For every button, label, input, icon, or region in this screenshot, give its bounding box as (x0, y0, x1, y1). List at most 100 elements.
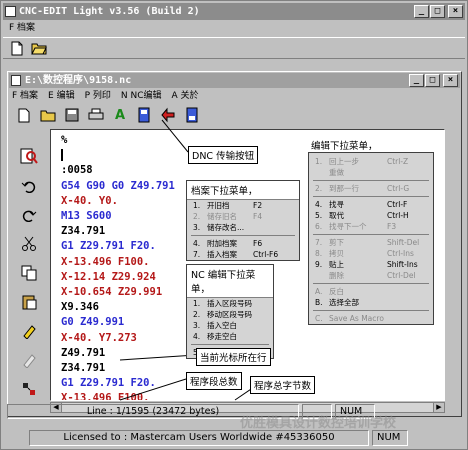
macro-icon[interactable] (20, 380, 38, 397)
nc-menu-item[interactable]: 3. 插入空白 (187, 320, 273, 331)
file-menu-item[interactable]: 2. 储存旧名 F4 (187, 211, 299, 222)
dnc-receive-icon[interactable] (184, 107, 200, 123)
menu-file[interactable]: F 档案 (9, 21, 35, 35)
nc-menu-item[interactable]: 4. 移走空白 (187, 331, 273, 342)
file-menu-item[interactable]: 1. 开旧档 F2 (187, 200, 299, 211)
minimize-button[interactable]: _ (414, 5, 429, 18)
dnc-transfer-icon[interactable] (160, 107, 176, 123)
menu-item-shortcut: F3 (387, 222, 397, 231)
new-file-icon[interactable] (16, 107, 32, 123)
app-toolbar (3, 37, 465, 59)
menu-item-shortcut: F2 (253, 201, 263, 210)
menu-item-number: 2. (193, 310, 201, 319)
edit-menu-item[interactable]: 8. 拷贝 Ctrl-Ins (309, 248, 433, 259)
code-line: G1 Z29.791 F20. (61, 377, 156, 390)
menu-item-shortcut (387, 167, 433, 178)
redo-icon[interactable] (20, 206, 38, 223)
menu-item-number: B. (315, 298, 323, 307)
edit-menu-items: 1. 回上一步 Ctrl-Z 重做 2. 到那一行 Ctrl-G 4. 找寻 Ctrl-F 5. 取代… (309, 153, 433, 324)
menu-item-number: 4. (193, 332, 201, 341)
edit-menu-item[interactable]: 4. 找寻 Ctrl-F (309, 199, 433, 210)
callout-cursor-line: 当前光标所在行 (196, 348, 271, 366)
file-menu-item[interactable]: 7. 插入档案 Ctrl-F6 (187, 249, 299, 260)
menu-about[interactable]: A 关於 (172, 89, 199, 103)
menu-item-label: 插入档案 (207, 250, 237, 259)
menu-item-label: 附加档案 (207, 239, 237, 248)
menu-file[interactable]: F 档案 (12, 89, 38, 103)
nc-menu-item[interactable]: 2. 移动区段号码 (187, 309, 273, 320)
menu-item-label: 选择全部 (329, 298, 359, 307)
menu-item-shortcut: Ctrl-Z (387, 157, 409, 166)
menu-item-shortcut: Ctrl-Ins (387, 249, 414, 258)
nc-dropdown-menu: NC 编辑下拉菜单， 1.插入区段号码2.移动区段号码3.插入空白4.移走空白5… (186, 264, 274, 359)
doc-close-button[interactable]: × (443, 74, 458, 87)
code-line: Z34.791 (61, 362, 106, 375)
menu-item-label: 找寻下一个 (329, 222, 367, 231)
watermark-text: 优胜模具设计数控培训学校 (240, 416, 397, 431)
code-line: X-10.654 Z29.991 (61, 286, 163, 299)
edit-menu-item[interactable]: 2. 到那一行 Ctrl-G (309, 183, 433, 194)
find-icon[interactable] (20, 147, 38, 165)
edit-menu-item[interactable]: 1. 回上一步 Ctrl-Z (309, 156, 433, 167)
menu-item-shortcut (387, 286, 433, 297)
menu-item-shortcut: F4 (253, 212, 263, 221)
menu-print[interactable]: P 列印 (85, 89, 111, 103)
app-title: CNC-EDIT Light v3.56 (Build 2) (19, 6, 200, 17)
document-titlebar: E:\数控程序\9158.nc _ □ × (9, 73, 460, 88)
dnc-send-icon[interactable] (136, 107, 152, 123)
menu-nc-edit[interactable]: N NC编辑 (121, 89, 162, 103)
menu-item-number: 6. (315, 222, 323, 231)
copy-icon[interactable] (20, 264, 38, 281)
file-menu-item[interactable]: 3. 储存改名... (187, 222, 299, 233)
menu-item-label: 插入空白 (207, 321, 237, 330)
print-icon[interactable] (88, 107, 104, 123)
document-icon (11, 75, 21, 86)
menu-item-number: 8. (315, 249, 323, 258)
menu-separator (313, 283, 429, 284)
menu-item-label: 到那一行 (329, 184, 359, 193)
save-icon[interactable] (64, 107, 80, 123)
close-button[interactable]: × (448, 5, 463, 18)
nc-menu-item[interactable]: 1. 插入区段号码 (187, 298, 273, 309)
edit-menu-item[interactable]: B. 选择全部 (309, 297, 433, 308)
callout-dnc-button: DNC 传输按钮 (188, 146, 259, 164)
menu-item-number: 4. (193, 239, 201, 248)
edit-menu-item[interactable]: 7. 剪下 Shift-Del (309, 237, 433, 248)
edit-menu-item[interactable]: C. Save As Macro (309, 313, 433, 324)
edit-menu-item[interactable]: 删除 Ctrl-Del (309, 270, 433, 281)
menu-item-label: 移走空白 (207, 332, 237, 341)
menu-item-label: 反白 (329, 287, 344, 296)
edit-menu-item[interactable]: A. 反白 (309, 286, 433, 297)
file-menu-item[interactable]: 4. 附加档案 F6 (187, 238, 299, 249)
menu-item-label: 回上一步 (329, 157, 359, 166)
doc-minimize-button[interactable]: _ (409, 74, 424, 87)
new-file-icon[interactable] (9, 40, 25, 56)
menu-item-shortcut: F6 (253, 239, 263, 248)
app-titlebar: CNC-EDIT Light v3.56 (Build 2) _ □ × (3, 3, 465, 20)
code-line: G0 Z49.991 (61, 316, 125, 329)
menu-item-label: 开旧档 (207, 201, 230, 210)
open-folder-icon[interactable] (31, 40, 47, 56)
paste-icon[interactable] (20, 293, 38, 310)
edit-menu-item[interactable]: 5. 取代 Ctrl-H (309, 210, 433, 221)
font-icon[interactable]: A (112, 107, 128, 123)
edit-dropdown-menu: 1. 回上一步 Ctrl-Z 重做 2. 到那一行 Ctrl-G 4. 找寻 Ctrl-F 5. 取代… (308, 152, 434, 325)
callout-edit-menu: 编辑下拉菜单， (311, 141, 378, 152)
edit-menu-item[interactable]: 6. 找寻下一个 F3 (309, 221, 433, 232)
menu-item-number: 3. (193, 223, 201, 232)
doc-restore-button[interactable]: □ (425, 74, 440, 87)
menu-item-shortcut: Shift-Del (387, 238, 420, 247)
edit-menu-item[interactable]: 重做 (309, 167, 433, 178)
select-all-icon[interactable] (20, 351, 38, 368)
open-folder-icon[interactable] (40, 107, 56, 123)
menu-item-shortcut (387, 297, 433, 308)
cut-icon[interactable] (20, 235, 38, 252)
restore-button[interactable]: □ (430, 5, 445, 18)
menu-item-number: 9. (315, 260, 323, 269)
menu-item-label: 移动区段号码 (207, 310, 252, 319)
highlight-icon[interactable] (20, 322, 38, 339)
undo-icon[interactable] (20, 177, 38, 194)
menu-edit[interactable]: E 编辑 (48, 89, 75, 103)
edit-menu-item[interactable]: 9. 贴上 Shift-Ins (309, 259, 433, 270)
menu-item-label: 储存旧名 (207, 212, 237, 221)
